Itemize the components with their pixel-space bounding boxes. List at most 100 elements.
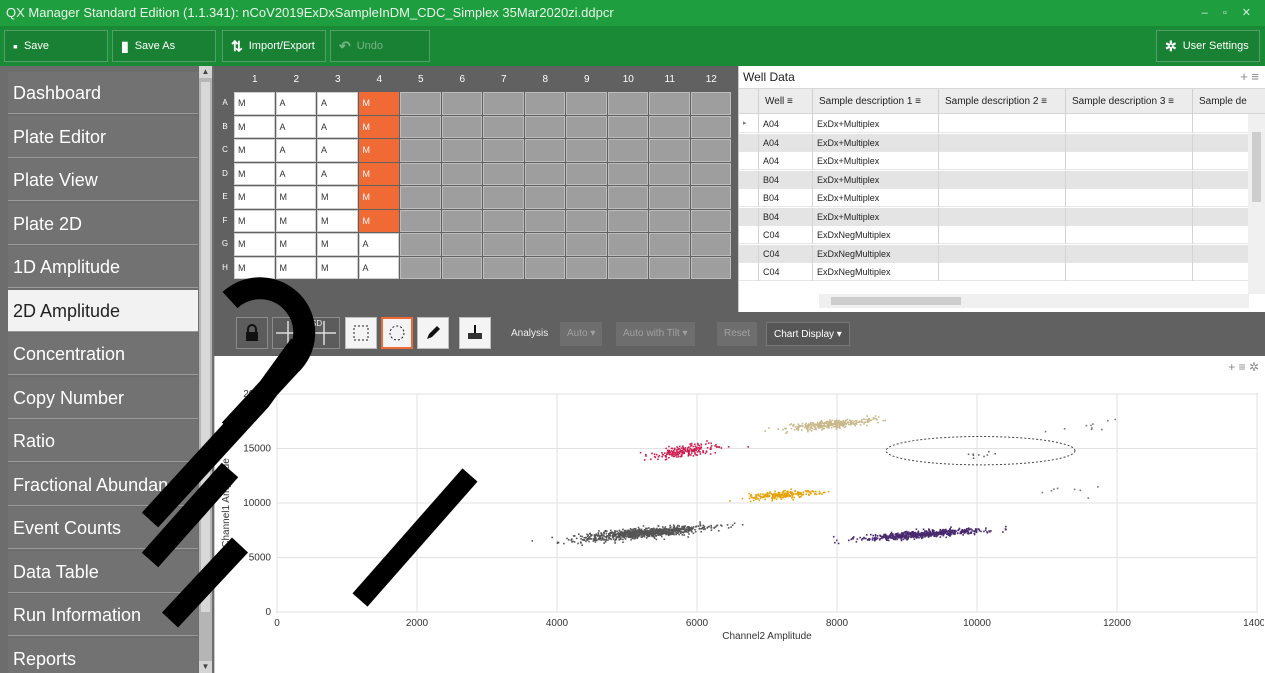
plate-well[interactable]	[524, 186, 565, 209]
plate-well[interactable]: M	[317, 233, 358, 256]
plate-row-header[interactable]: E	[218, 192, 232, 201]
table-row[interactable]: B04 ExDx+Multiplex	[739, 189, 1249, 207]
table-cell[interactable]	[1193, 133, 1249, 152]
plate-column-header[interactable]: 4	[359, 70, 401, 90]
plate-well[interactable]: M	[234, 115, 275, 138]
sidebar-scrollbar[interactable]: ▲ ▼	[199, 66, 212, 673]
plate-well[interactable]	[607, 186, 648, 209]
ellipse-tool-button[interactable]	[381, 317, 413, 349]
plate-column-header[interactable]: 11	[649, 70, 691, 90]
plate-well[interactable]	[400, 256, 441, 279]
plate-well[interactable]	[649, 256, 690, 279]
table-cell[interactable]	[1193, 170, 1249, 189]
table-cell[interactable]	[1066, 152, 1193, 170]
plate-well[interactable]	[441, 139, 482, 162]
table-cell[interactable]: ExDxNegMultiplex	[813, 263, 939, 281]
table-cell[interactable]: C04	[759, 226, 813, 244]
plate-well[interactable]	[649, 115, 690, 138]
plate-well[interactable]: A	[317, 92, 358, 115]
hand-tool-button[interactable]	[459, 317, 491, 349]
plate-row-header[interactable]: C	[218, 145, 232, 154]
table-cell[interactable]	[1193, 189, 1249, 207]
plate-well[interactable]: A	[275, 139, 316, 162]
table-column-header[interactable]: Sample description 3 ≡	[1066, 89, 1193, 115]
table-cell[interactable]: ExDxNegMultiplex	[813, 226, 939, 244]
table-column-header[interactable]: Sample description 2 ≡	[939, 89, 1066, 115]
table-row[interactable]: C04 ExDxNegMultiplex	[739, 244, 1249, 263]
table-cell[interactable]	[939, 244, 1066, 263]
chart-menu-icon[interactable]: + ≡ ✲	[1228, 360, 1259, 374]
table-cell[interactable]	[1193, 207, 1249, 226]
table-cell[interactable]	[1193, 152, 1249, 170]
table-cell[interactable]	[939, 207, 1066, 226]
plate-well[interactable]	[607, 162, 648, 185]
plate-well[interactable]	[483, 186, 524, 209]
vscroll-thumb[interactable]	[1252, 132, 1261, 202]
table-cell[interactable]	[939, 170, 1066, 189]
lock-tool-button[interactable]	[236, 317, 268, 349]
table-cell[interactable]	[1193, 115, 1249, 133]
plate-row-header[interactable]: F	[218, 216, 232, 225]
plate-column-header[interactable]: 12	[691, 70, 733, 90]
plate-well[interactable]	[607, 233, 648, 256]
table-cell[interactable]: ExDx+Multiplex	[813, 152, 939, 170]
plate-column-header[interactable]: 8	[525, 70, 567, 90]
plate-well[interactable]: M	[234, 92, 275, 115]
sidebar-item-2d-amplitude[interactable]: 2D Amplitude	[8, 289, 198, 332]
table-cell[interactable]	[939, 152, 1066, 170]
plate-well[interactable]: M	[317, 256, 358, 279]
plate-well[interactable]	[400, 92, 441, 115]
plate-well[interactable]	[400, 162, 441, 185]
plate-well[interactable]: A	[358, 256, 399, 279]
plate-well[interactable]	[400, 115, 441, 138]
table-cell[interactable]	[939, 115, 1066, 133]
plate-well[interactable]: M	[234, 256, 275, 279]
plate-well[interactable]	[649, 92, 690, 115]
table-cell[interactable]	[1066, 263, 1193, 281]
well-data-vscroll[interactable]	[1248, 114, 1265, 294]
table-cell[interactable]: C04	[759, 263, 813, 281]
table-row[interactable]: ▸ A04 ExDx+Multiplex	[739, 115, 1249, 133]
sidebar-item-run-information[interactable]: Run Information	[8, 594, 198, 636]
table-cell[interactable]: A04	[759, 115, 813, 133]
table-cell[interactable]	[1066, 115, 1193, 133]
plate-well[interactable]	[690, 139, 731, 162]
reset-button[interactable]: Reset	[717, 322, 758, 346]
user-settings-button[interactable]: ✲ User Settings	[1156, 30, 1260, 62]
table-column-header[interactable]: Well ≡	[759, 89, 813, 115]
save-as-button[interactable]: ▮ Save As	[112, 30, 216, 62]
plate-well[interactable]	[566, 139, 607, 162]
table-cell[interactable]	[1066, 170, 1193, 189]
table-cell[interactable]: ExDx+Multiplex	[813, 207, 939, 226]
table-cell[interactable]	[939, 226, 1066, 244]
sidebar-item-dashboard[interactable]: Dashboard	[8, 72, 198, 114]
plate-well[interactable]	[649, 233, 690, 256]
table-row[interactable]: B04 ExDx+Multiplex	[739, 207, 1249, 226]
plate-well[interactable]	[524, 209, 565, 232]
table-cell[interactable]: B04	[759, 189, 813, 207]
scatter-plot[interactable]: 0 2000 4000 6000 8000 10000 12000 14000 0 5000 100…	[215, 376, 1264, 672]
table-column-header[interactable]: Sample description 1 ≡	[813, 89, 939, 115]
plate-well[interactable]	[690, 115, 731, 138]
sidebar-item-concentration[interactable]: Concentration	[8, 333, 198, 375]
table-row[interactable]: C04 ExDxNegMultiplex	[739, 263, 1249, 281]
plate-well[interactable]	[607, 92, 648, 115]
table-cell[interactable]	[939, 263, 1066, 281]
plate-well[interactable]	[690, 233, 731, 256]
plate-well[interactable]	[649, 209, 690, 232]
sidebar-item-plate-2d[interactable]: Plate 2D	[8, 202, 198, 245]
plate-well[interactable]: M	[234, 233, 275, 256]
plate-row-header[interactable]: H	[218, 263, 232, 272]
sidebar-item-data-table[interactable]: Data Table	[8, 550, 198, 593]
plate-column-header[interactable]: 1	[234, 70, 276, 90]
plate-column-header[interactable]: 2	[276, 70, 318, 90]
sidebar-scroll-thumb[interactable]	[201, 82, 210, 612]
table-cell[interactable]: C04	[759, 244, 813, 263]
plate-well[interactable]	[566, 186, 607, 209]
plate-well[interactable]	[441, 186, 482, 209]
sidebar-item-event-counts[interactable]: Event Counts	[8, 507, 198, 549]
table-cell[interactable]	[1193, 226, 1249, 244]
plate-row-header[interactable]: D	[218, 169, 232, 178]
plate-well[interactable]	[607, 115, 648, 138]
plate-well[interactable]: M	[234, 209, 275, 232]
